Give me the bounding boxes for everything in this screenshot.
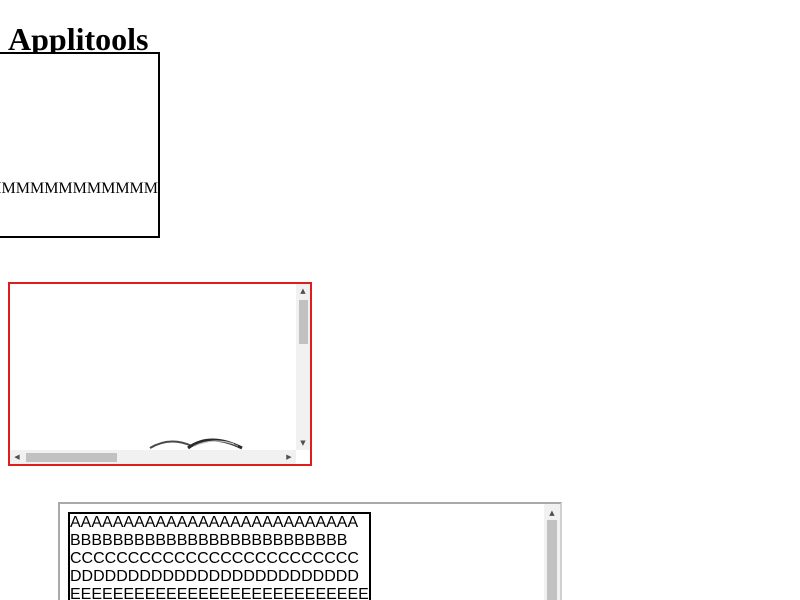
scrollbar-corner: [296, 450, 310, 464]
letters-line: BBBBBBBBBBBBBBBBBBBBBBBBBB: [70, 532, 348, 549]
letters-line: EEEEEEEEEEEEEEEEEEEEEEEEEEEE: [70, 586, 369, 600]
horizontal-scrollbar[interactable]: ◀ ▶: [10, 450, 296, 464]
vertical-scroll-thumb[interactable]: [299, 300, 308, 344]
scroll-right-icon[interactable]: ▶: [282, 450, 296, 464]
embedded-frame[interactable]: AAAAAAAAAAAAAAAAAAAAAAAAAAA BBBBBBBBBBBB…: [58, 502, 562, 600]
scrolled-text-box[interactable]: MMMMMMMMMMMMMMMMMMMMMMMMMMMMMMMMMMMMMMMM…: [0, 52, 160, 238]
embedded-frame-scrollbar[interactable]: ▲: [544, 504, 560, 600]
image-frame-content: [10, 284, 296, 450]
letters-line: DDDDDDDDDDDDDDDDDDDDDDDDD: [70, 568, 359, 585]
scroll-up-icon[interactable]: ▲: [296, 284, 310, 298]
embedded-frame-scroll-thumb[interactable]: [547, 520, 557, 600]
scrollable-image-frame[interactable]: ▲ ▼ ◀ ▶: [8, 282, 312, 466]
letters-line: CCCCCCCCCCCCCCCCCCCCCCCCC: [70, 550, 359, 567]
horizontal-scroll-thumb[interactable]: [26, 453, 117, 462]
letters-line: AAAAAAAAAAAAAAAAAAAAAAAAAAA: [70, 514, 359, 531]
letters-text-box: AAAAAAAAAAAAAAAAAAAAAAAAAAA BBBBBBBBBBBB…: [68, 512, 371, 600]
scroll-down-icon[interactable]: ▼: [296, 436, 310, 450]
scrolled-text-line: MMMMMMMMMMMMMMMMMMMMMMMMMMMMMMMMMMMMMMMM…: [0, 180, 158, 197]
partial-image-icon: [149, 438, 243, 450]
scroll-left-icon[interactable]: ◀: [10, 450, 24, 464]
scroll-up-icon[interactable]: ▲: [544, 506, 560, 520]
vertical-scrollbar[interactable]: ▲ ▼: [296, 284, 310, 450]
